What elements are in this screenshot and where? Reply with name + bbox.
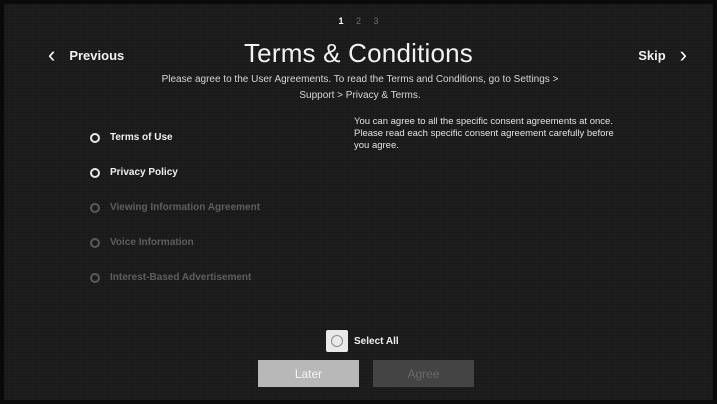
step-indicator: 1 2 3 [0,16,717,26]
radio-icon[interactable] [90,132,100,143]
select-all-label: Select All [354,335,399,347]
option-label: Terms of Use [110,132,173,143]
step-1: 1 [338,16,344,26]
radio-icon [90,202,100,213]
option-label: Privacy Policy [110,167,178,178]
option-viewing-information-agreement: Viewing Information Agreement [90,190,260,225]
radio-icon [90,237,100,248]
info-line-3: you agree. [354,140,399,151]
page-subtitle: Please agree to the User Agreements. To … [140,72,580,104]
step-3: 3 [373,16,379,26]
radio-icon [90,272,100,283]
option-label: Interest-Based Advertisement [110,272,252,283]
consent-info-text: You can agree to all the specific consen… [354,116,664,152]
agree-button[interactable]: Agree [373,360,474,387]
option-terms-of-use[interactable]: Terms of Use [90,120,260,155]
checkbox-icon[interactable] [326,330,348,352]
agreement-list: Terms of Use Privacy Policy Viewing Info… [90,120,260,295]
option-label: Voice Information [110,237,194,248]
radio-icon[interactable] [90,167,100,178]
option-interest-based-advertisement: Interest-Based Advertisement [90,260,260,295]
skip-label: Skip [638,47,666,63]
option-label: Viewing Information Agreement [110,202,261,213]
info-line-1: You can agree to all the specific consen… [354,116,613,127]
chevron-right-icon: › [679,42,687,67]
subtitle-line-2: Support > Privacy & Terms. [299,90,421,101]
page-title: Terms & Conditions [243,38,474,68]
skip-button[interactable]: Skip › [638,44,687,66]
subtitle-line-1: Please agree to the User Agreements. To … [161,74,559,85]
info-line-2: Please read each specific consent agreem… [354,128,614,139]
option-privacy-policy[interactable]: Privacy Policy [90,155,260,190]
option-voice-information: Voice Information [90,225,260,260]
select-all-checkbox[interactable]: Select All [326,330,399,352]
later-button[interactable]: Later [258,360,359,387]
step-2: 2 [355,16,361,26]
